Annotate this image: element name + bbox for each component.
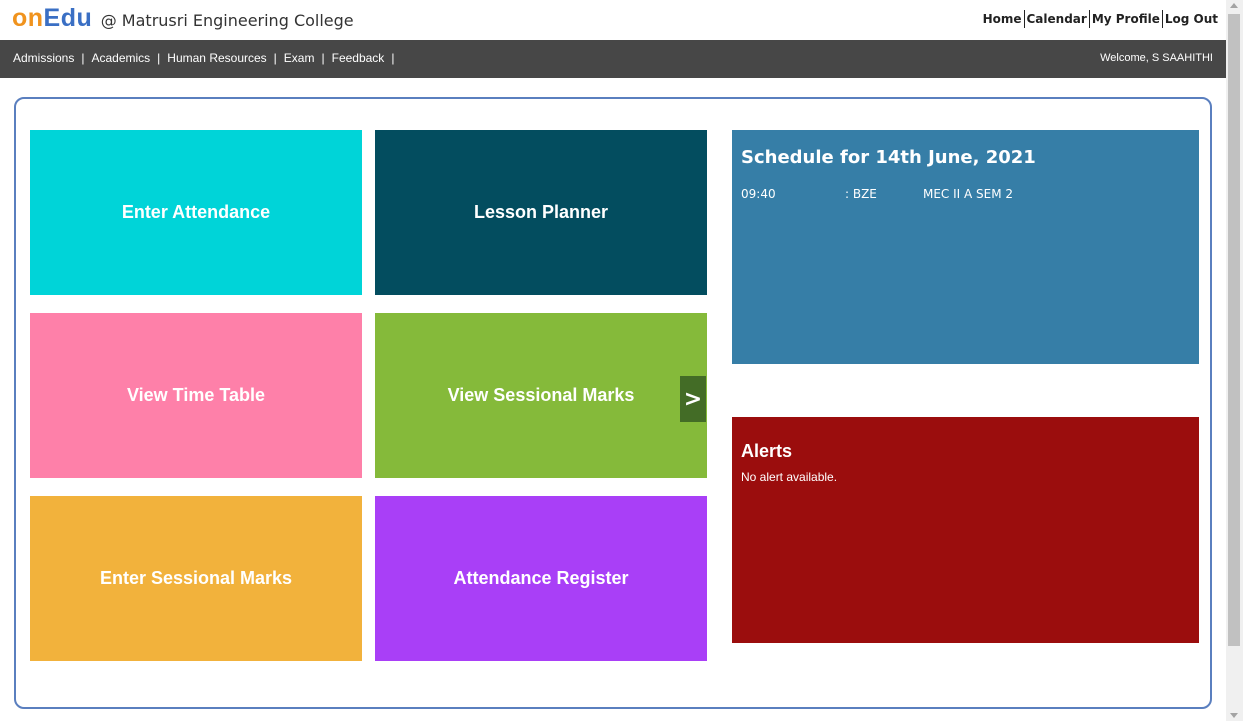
menu-item-admissions[interactable]: Admissions — [13, 51, 74, 65]
tile-label: Enter Attendance — [121, 202, 271, 222]
home-link[interactable]: Home — [981, 10, 1024, 28]
schedule-panel: Schedule for 14th June, 2021 09:40 : BZE… — [732, 130, 1199, 364]
attendance-register-tile[interactable]: Attendance Register — [375, 496, 707, 661]
next-arrow-button[interactable]: > — [680, 376, 706, 422]
log-out-link[interactable]: Log Out — [1161, 10, 1220, 28]
schedule-subject: : BZE — [845, 187, 877, 201]
tile-label: View Time Table — [126, 385, 266, 405]
menu-item-exam[interactable]: Exam — [284, 51, 315, 65]
onedu-logo[interactable]: onEdu — [12, 4, 92, 32]
menu-separator: | — [321, 51, 325, 65]
scroll-thumb[interactable] — [1228, 14, 1240, 646]
alerts-panel: Alerts No alert available. — [732, 417, 1199, 643]
brand: onEdu @ Matrusri Engineering College — [12, 4, 354, 33]
tile-label: View Sessional Marks — [447, 385, 635, 405]
welcome-message: Welcome, S SAAHITHI — [1100, 52, 1213, 64]
menu-separator: | — [391, 51, 395, 65]
page-scrollbar[interactable] — [1226, 0, 1243, 721]
page-header: onEdu @ Matrusri Engineering College Hom… — [0, 0, 1226, 40]
enter-attendance-tile[interactable]: Enter Attendance — [30, 130, 362, 295]
my-profile-link[interactable]: My Profile — [1088, 10, 1162, 28]
menu-item-human-resources[interactable]: Human Resources — [167, 51, 266, 65]
tile-label: Attendance Register — [453, 568, 629, 588]
view-sessional-marks-tile[interactable]: View Sessional Marks — [375, 313, 707, 478]
tile-label: Lesson Planner — [473, 202, 609, 222]
scroll-up-arrow-icon[interactable] — [1230, 3, 1238, 8]
menu-item-academics[interactable]: Academics — [91, 51, 150, 65]
menu-item-feedback[interactable]: Feedback — [332, 51, 385, 65]
schedule-time: 09:40 — [741, 187, 776, 201]
menu-separator: | — [157, 51, 161, 65]
schedule-class: MEC II A SEM 2 — [923, 187, 1014, 201]
main-menu: Admissions | Academics | Human Resources… — [13, 51, 401, 65]
alerts-message: No alert available. — [741, 470, 838, 484]
scroll-down-arrow-icon[interactable] — [1230, 713, 1238, 718]
calendar-link[interactable]: Calendar — [1023, 10, 1089, 28]
enter-sessional-marks-tile[interactable]: Enter Sessional Marks — [30, 496, 362, 661]
tile-label: Enter Sessional Marks — [99, 568, 293, 588]
alerts-title: Alerts — [741, 441, 793, 461]
college-name: @ Matrusri Engineering College — [100, 11, 354, 30]
schedule-title: Schedule for 14th June, 2021 — [741, 147, 1036, 168]
view-time-table-tile[interactable]: View Time Table — [30, 313, 362, 478]
menu-separator: | — [81, 51, 85, 65]
top-links: Home Calendar My Profile Log Out — [981, 10, 1220, 28]
main-nav-bar: Admissions | Academics | Human Resources… — [0, 40, 1226, 78]
lesson-planner-tile[interactable]: Lesson Planner — [375, 130, 707, 295]
menu-separator: | — [273, 51, 277, 65]
